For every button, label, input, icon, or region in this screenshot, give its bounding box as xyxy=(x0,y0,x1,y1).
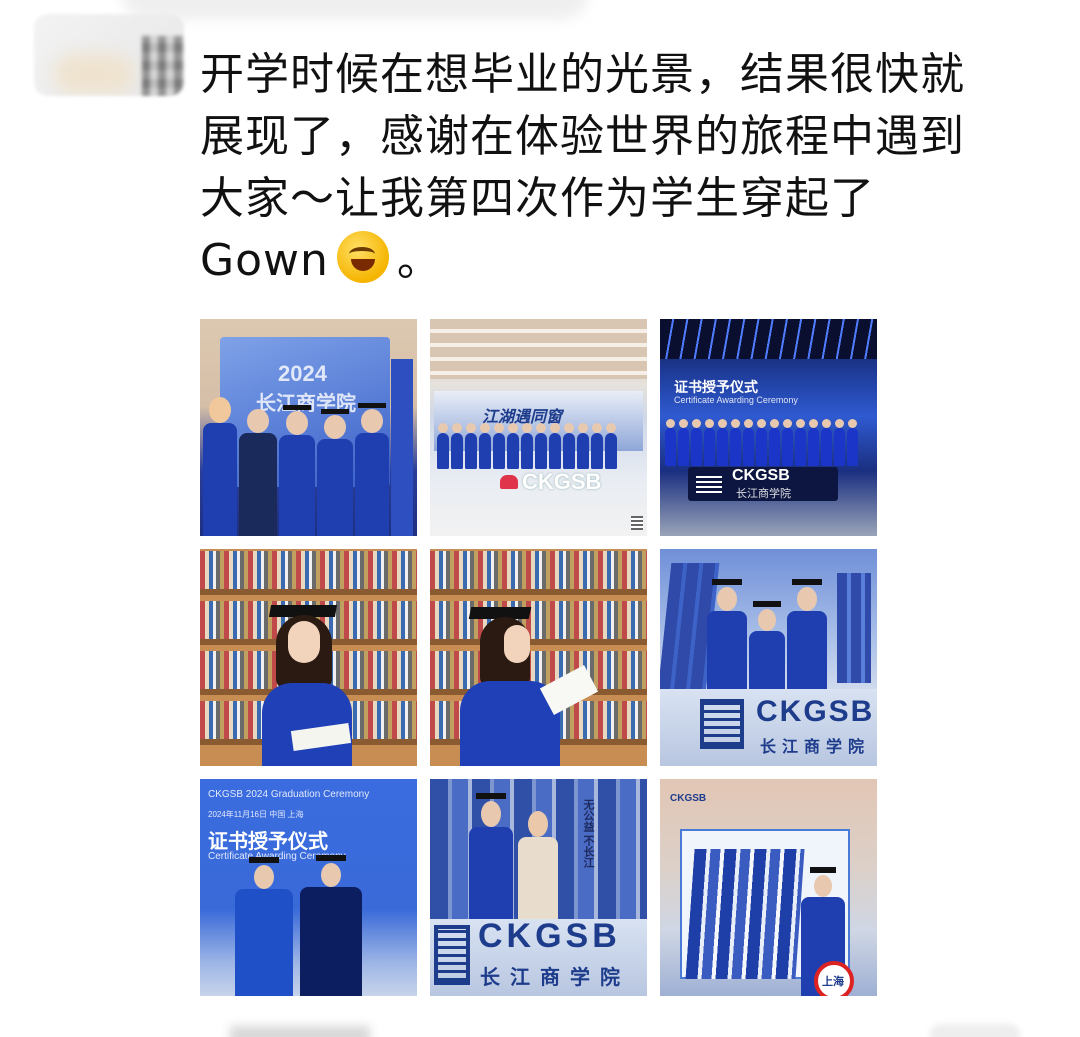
moments-post: 开学时候在想毕业的光景，结果很快就 展现了，感谢在体验世界的旅程中遇到 大家～让… xyxy=(0,0,1080,1037)
face xyxy=(504,625,530,663)
graduate xyxy=(355,403,389,536)
photo-3-subtitle: Certificate Awarding Ceremony xyxy=(674,395,798,405)
photo-6-brand: CKGSB xyxy=(756,695,875,728)
graduates-rows xyxy=(664,419,859,466)
graduate xyxy=(577,423,589,469)
photo-7-header: CKGSB 2024 Graduation Ceremony xyxy=(208,789,370,800)
graduate xyxy=(535,423,547,469)
books xyxy=(200,551,417,589)
photo-1-year: 2024 xyxy=(278,361,327,386)
giant-books-right xyxy=(837,573,871,683)
post-text-line-1: 开学时候在想毕业的光景，结果很快就 xyxy=(200,49,965,100)
shelf xyxy=(200,589,417,595)
graduate xyxy=(451,423,463,469)
photo-3-brand-cn: 长江商学院 xyxy=(736,488,791,500)
photo-7[interactable]: CKGSB 2024 Graduation Ceremony 2024年11月1… xyxy=(200,779,417,996)
graduate xyxy=(743,419,754,466)
photo-4[interactable] xyxy=(200,549,417,766)
graduate xyxy=(782,419,793,466)
photo-8[interactable]: 无公益 不长江 CKGSB 长江商学院 xyxy=(430,779,647,996)
graduate xyxy=(549,423,561,469)
ckgsb-logo-mark xyxy=(700,699,744,749)
post-text: 开学时候在想毕业的光景，结果很快就 展现了，感谢在体验世界的旅程中遇到 大家～让… xyxy=(200,44,1040,292)
graduate-and-professor xyxy=(234,855,363,996)
photo-9[interactable]: CKGSB 上海 xyxy=(660,779,877,996)
post-text-line-4: Gown 。 xyxy=(200,230,1040,292)
graduate xyxy=(465,423,477,469)
graduate xyxy=(808,419,819,466)
rolling-on-floor-laughing-emoji-icon xyxy=(336,231,389,283)
post-period: 。 xyxy=(396,235,442,286)
graduate xyxy=(769,419,780,466)
photo-1[interactable]: 2024 长江商学院 xyxy=(200,319,417,536)
photo-6-brand-cn: 长江商学院 xyxy=(760,739,871,756)
graduate xyxy=(847,419,858,466)
face xyxy=(288,621,320,663)
graduate xyxy=(665,419,676,466)
heart-icon xyxy=(500,475,518,489)
professor xyxy=(300,855,362,996)
photo-8-book-text: 无公益 不长江 xyxy=(582,799,594,869)
photo-8-brand: CKGSB xyxy=(478,917,621,955)
photo-2[interactable]: 江湖遇同窗 CKGSB xyxy=(430,319,647,536)
shelf xyxy=(430,589,647,595)
watermark-icon xyxy=(631,516,643,530)
blurred-footer-right xyxy=(930,1024,1020,1037)
post-text-line-3: 大家～让我第四次作为学生穿起了 xyxy=(200,173,875,224)
avatar-mosaic xyxy=(142,36,184,96)
photo-2-brand: CKGSB xyxy=(522,469,602,494)
graduate xyxy=(605,423,617,469)
graduates-row xyxy=(436,423,618,469)
graduate xyxy=(678,419,689,466)
blue-pillar xyxy=(391,359,413,536)
graduate xyxy=(239,409,277,536)
ceiling-lights xyxy=(430,319,647,379)
photo-3-title: 证书授予仪式 xyxy=(674,379,758,395)
graduate xyxy=(821,419,832,466)
graduate xyxy=(730,419,741,466)
graduate-woman xyxy=(235,857,293,996)
blue-books xyxy=(685,849,805,979)
graduate xyxy=(437,423,449,469)
graduate-woman xyxy=(262,599,352,766)
photo-6[interactable]: CKGSB 长江商学院 xyxy=(660,549,877,766)
graduate xyxy=(795,419,806,466)
graduate xyxy=(203,397,237,536)
photo-9-corner-logo: CKGSB xyxy=(670,793,707,804)
avatar-tint xyxy=(54,54,134,94)
graduate xyxy=(507,423,519,469)
photo-grid: 2024 长江商学院 江湖遇同窗 CKGSB 证书授予仪式 Certificat… xyxy=(200,319,877,996)
photo-7-date: 2024年11月16日 中国 上海 xyxy=(208,810,304,819)
photo-7-title: 证书授予仪式 xyxy=(208,831,328,853)
gown-word: Gown xyxy=(200,235,329,286)
blurred-footer-left xyxy=(230,1026,370,1037)
avatar[interactable] xyxy=(34,14,184,96)
graduate xyxy=(521,423,533,469)
blurred-header xyxy=(120,0,590,20)
graduate xyxy=(563,423,575,469)
photo-9-sign: 上海 xyxy=(822,976,844,988)
ckgsb-logo-mark xyxy=(434,925,470,985)
graduate xyxy=(756,419,767,466)
photo-5[interactable] xyxy=(430,549,647,766)
graduate xyxy=(691,419,702,466)
photo-8-brand-cn: 长江商学院 xyxy=(480,967,630,989)
ckgsb-logo-mark xyxy=(696,475,722,493)
graduates-group xyxy=(202,389,390,536)
books xyxy=(430,551,647,589)
graduate xyxy=(493,423,505,469)
graduate xyxy=(834,419,845,466)
graduate xyxy=(279,405,315,536)
photo-3[interactable]: 证书授予仪式 Certificate Awarding Ceremony CKG… xyxy=(660,319,877,536)
graduate xyxy=(704,419,715,466)
graduate xyxy=(317,409,353,536)
post-text-line-2: 展现了，感谢在体验世界的旅程中遇到 xyxy=(200,111,965,162)
photo-3-brand: CKGSB xyxy=(732,467,790,484)
graduate-woman-reading xyxy=(454,605,599,766)
graduate xyxy=(479,423,491,469)
graduate xyxy=(717,419,728,466)
graduate xyxy=(591,423,603,469)
stage-lights xyxy=(660,319,877,359)
